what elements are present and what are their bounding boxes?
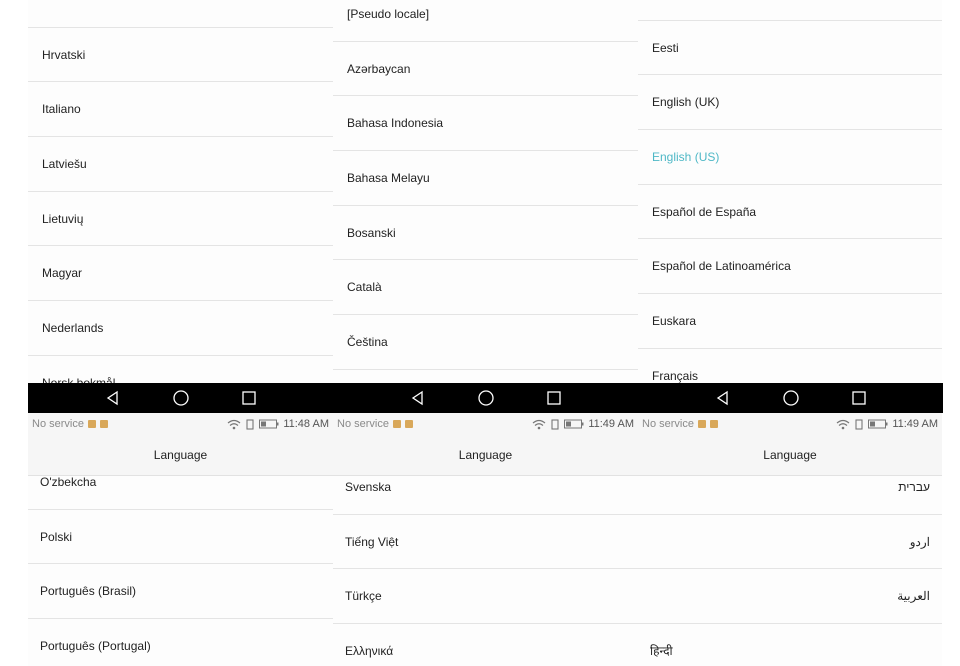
language-item-partial[interactable] xyxy=(638,0,942,21)
language-list: Svenska Tiếng Việt Türkçe Ελληνικά xyxy=(333,460,638,666)
language-item[interactable]: हिन्दी xyxy=(638,624,942,666)
nav-group xyxy=(638,383,943,413)
language-item[interactable]: Ελληνικά xyxy=(333,624,638,666)
sim-icon xyxy=(392,420,401,428)
language-item[interactable]: Azərbaycan xyxy=(333,42,638,97)
carrier-status: No service xyxy=(32,418,108,430)
wifi-icon xyxy=(227,419,241,429)
wifi-icon xyxy=(532,419,546,429)
back-icon[interactable] xyxy=(102,387,124,409)
recents-icon[interactable] xyxy=(848,387,870,409)
language-item[interactable]: اردو xyxy=(638,515,942,570)
status-bar: No service 11:49 AM xyxy=(333,413,638,435)
language-item[interactable]: O'zbekcha xyxy=(28,455,333,510)
language-item[interactable]: [Pseudo locale] xyxy=(333,0,638,42)
language-item[interactable]: Čeština xyxy=(333,315,638,370)
language-item[interactable]: Bahasa Indonesia xyxy=(333,96,638,152)
sim-icon xyxy=(99,420,108,428)
language-item-selected[interactable]: English (US) xyxy=(638,130,942,185)
recents-icon[interactable] xyxy=(543,387,565,409)
language-item[interactable]: Tiếng Việt xyxy=(333,515,638,570)
language-item[interactable]: Català xyxy=(333,260,638,316)
language-screen-1: No service 11:48 AM Language O'zbekcha P… xyxy=(28,413,333,666)
vibrate-icon xyxy=(246,418,254,430)
home-icon[interactable] xyxy=(475,387,497,409)
battery-icon xyxy=(259,419,279,429)
sim-icon xyxy=(697,420,706,428)
sim-icon xyxy=(709,420,718,428)
language-item[interactable]: Hrvatski xyxy=(28,28,333,83)
language-screen-3: No service 11:49 AM Language עברית اردو … xyxy=(638,413,942,666)
carrier-text: No service xyxy=(642,418,694,430)
carrier-text: No service xyxy=(32,418,84,430)
language-item[interactable]: Latviešu xyxy=(28,137,333,192)
language-item[interactable]: Português (Portugal) xyxy=(28,619,333,666)
language-list-panel-3: Eesti English (UK) English (US) Español … xyxy=(638,0,942,383)
status-right: 11:49 AM xyxy=(532,418,634,430)
home-icon[interactable] xyxy=(780,387,802,409)
clock: 11:49 AM xyxy=(892,418,938,430)
language-item[interactable]: English (UK) xyxy=(638,75,942,131)
language-item[interactable]: Euskara xyxy=(638,294,942,349)
language-item[interactable]: Türkçe xyxy=(333,569,638,625)
language-item[interactable]: Português (Brasil) xyxy=(28,564,333,620)
status-bar: No service 11:48 AM xyxy=(28,413,333,435)
language-item[interactable]: Magyar xyxy=(28,246,333,302)
nav-group xyxy=(28,383,333,413)
language-item[interactable]: Bosanski xyxy=(333,206,638,261)
status-bar: No service 11:49 AM xyxy=(638,413,942,435)
language-list: O'zbekcha Polski Português (Brasil) Port… xyxy=(28,455,333,666)
language-item[interactable]: Lietuvių xyxy=(28,192,333,247)
language-list: Hrvatski Italiano Latviešu Lietuvių Magy… xyxy=(28,0,333,383)
recents-icon[interactable] xyxy=(238,387,260,409)
status-right: 11:49 AM xyxy=(836,418,938,430)
sim-icon xyxy=(87,420,96,428)
language-item[interactable]: Nederlands xyxy=(28,301,333,356)
language-item[interactable]: Español de Latinoamérica xyxy=(638,239,942,295)
language-item[interactable]: Bahasa Melayu xyxy=(333,151,638,206)
language-list-panel-2: [Pseudo locale] Azərbaycan Bahasa Indone… xyxy=(333,0,638,383)
language-item[interactable]: Français xyxy=(638,349,942,383)
navigation-bar xyxy=(28,383,943,413)
carrier-status: No service xyxy=(337,418,413,430)
battery-icon xyxy=(868,419,888,429)
language-item[interactable]: Español de España xyxy=(638,185,942,240)
battery-icon xyxy=(564,419,584,429)
language-list: Eesti English (UK) English (US) Español … xyxy=(638,0,942,383)
back-icon[interactable] xyxy=(712,387,734,409)
language-item[interactable]: Norsk bokmål xyxy=(28,356,333,383)
language-item[interactable]: Italiano xyxy=(28,82,333,138)
nav-group xyxy=(333,383,638,413)
status-right: 11:48 AM xyxy=(227,418,329,430)
language-list: עברית اردو العربية हिन्दी xyxy=(638,460,942,666)
clock: 11:48 AM xyxy=(283,418,329,430)
vibrate-icon xyxy=(551,418,559,430)
sim-icon xyxy=(404,420,413,428)
language-item[interactable]: Eesti xyxy=(638,21,942,76)
carrier-text: No service xyxy=(337,418,389,430)
language-screen-2: No service 11:49 AM Language Svenska Tiế… xyxy=(333,413,638,666)
language-item[interactable]: Polski xyxy=(28,510,333,565)
carrier-status: No service xyxy=(642,418,718,430)
language-item-partial[interactable] xyxy=(28,0,333,28)
language-list-panel-1: Hrvatski Italiano Latviešu Lietuvių Magy… xyxy=(28,0,333,383)
clock: 11:49 AM xyxy=(588,418,634,430)
language-item[interactable]: עברית xyxy=(638,460,942,515)
vibrate-icon xyxy=(855,418,863,430)
language-item[interactable]: Svenska xyxy=(333,460,638,515)
language-list: [Pseudo locale] Azərbaycan Bahasa Indone… xyxy=(333,0,638,370)
home-icon[interactable] xyxy=(170,387,192,409)
language-item[interactable]: العربية xyxy=(638,569,942,625)
wifi-icon xyxy=(836,419,850,429)
back-icon[interactable] xyxy=(407,387,429,409)
